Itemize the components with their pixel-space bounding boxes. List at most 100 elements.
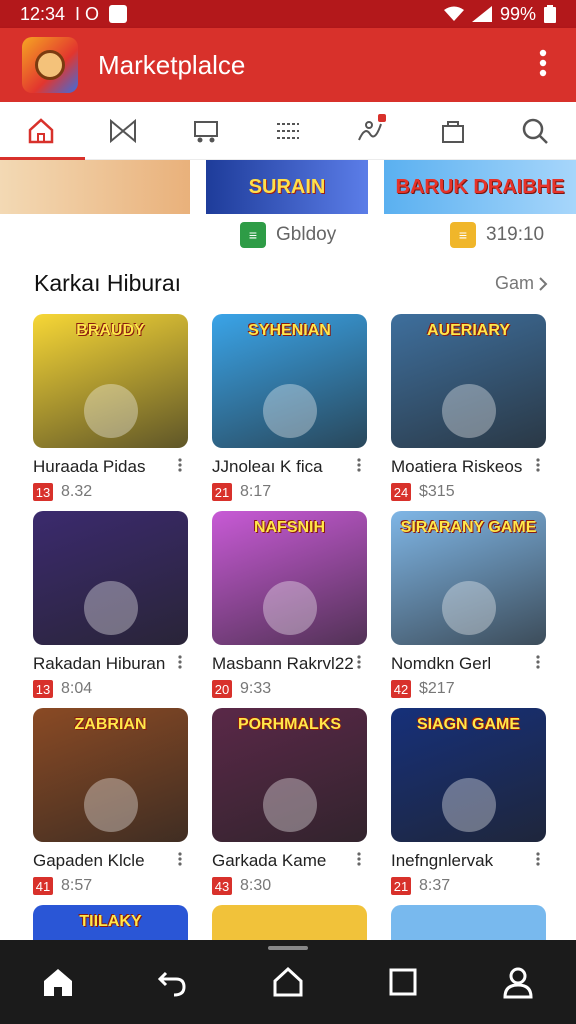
- square-icon: [389, 968, 417, 996]
- app-title: Marketplalce: [98, 49, 246, 80]
- app-name: JJnoleaı K fica: [212, 457, 323, 476]
- featured-banners: SURAIN BARUK DRAIBHE: [0, 160, 576, 214]
- featured-banner[interactable]: BARUK DRAIBHE: [384, 160, 576, 214]
- battery-text: 99%: [499, 3, 536, 24]
- rating-badge: 20: [212, 680, 232, 698]
- tab-search[interactable]: [505, 102, 565, 160]
- app-more-button[interactable]: [357, 851, 367, 871]
- rating-badge: 42: [391, 680, 411, 698]
- thumbnail-title: ZABRIAN: [74, 716, 147, 733]
- app-more-button[interactable]: [178, 654, 188, 674]
- caption-chip[interactable]: ≡ 319:10: [450, 222, 544, 248]
- app-bar: Marketplalce: [0, 28, 576, 102]
- app-thumbnail[interactable]: ZABRIAN: [33, 708, 188, 842]
- rating-badge: 21: [212, 483, 232, 501]
- search-icon: [522, 118, 548, 144]
- app-price: $315: [419, 483, 455, 500]
- app-more-button[interactable]: [178, 851, 188, 871]
- section-header: Karkaı Hiburaı Gam: [34, 270, 548, 297]
- bag-icon: [441, 120, 464, 143]
- caption-chip-label: 319:10: [486, 224, 545, 245]
- app-more-button[interactable]: [357, 654, 367, 674]
- app-name: Gapaden Klcle: [33, 851, 145, 870]
- home-icon: [43, 969, 72, 996]
- app-price: 8:30: [240, 877, 272, 894]
- app-card[interactable]: SYHENIAN JJnoleaı K fica 21 8:17: [212, 314, 367, 511]
- caption-chip-icon: ≡: [240, 222, 266, 248]
- cart-icon: [193, 120, 218, 142]
- app-card[interactable]: PORHMALKS Garkada Kame 43 8:30: [212, 708, 367, 905]
- nav-home-outline-button[interactable]: [258, 952, 318, 1012]
- thumbnail-title: BRAUDY: [76, 322, 145, 339]
- app-price: $217: [419, 680, 455, 697]
- app-more-button[interactable]: [536, 457, 546, 477]
- more-vert-icon: [178, 457, 182, 472]
- character-icon: [262, 384, 317, 438]
- nav-recents-button[interactable]: [373, 952, 433, 1012]
- tab-bag[interactable]: [423, 102, 483, 160]
- app-card[interactable]: SIAGN GAME Inefngnlervak 21 8:37: [391, 708, 546, 905]
- app-thumbnail[interactable]: [212, 905, 367, 941]
- tab-list[interactable]: [258, 102, 318, 160]
- app-price: 9:33: [240, 680, 272, 697]
- nav-back-button[interactable]: [143, 952, 203, 1012]
- app-card[interactable]: Rakadan Hiburan 13 8:04: [33, 511, 188, 708]
- see-all-link[interactable]: Gam: [495, 273, 548, 294]
- system-nav-bar: [0, 940, 576, 1024]
- tab-games[interactable]: [93, 102, 153, 160]
- status-bar: 12:34 I O 99%: [0, 0, 576, 28]
- app-more-button[interactable]: [536, 851, 546, 871]
- app-more-button[interactable]: [536, 654, 546, 674]
- featured-banner[interactable]: [0, 160, 190, 214]
- gesture-handle[interactable]: [268, 946, 308, 950]
- section-title: Karkaı Hiburaı: [34, 270, 182, 296]
- character-icon: [262, 778, 317, 832]
- app-thumbnail[interactable]: PORHMALKS: [212, 708, 367, 842]
- category-tabs: [0, 102, 576, 160]
- nav-home-button[interactable]: [28, 952, 88, 1012]
- wifi-icon: [443, 6, 464, 21]
- app-name: Inefngnlervak: [391, 851, 494, 870]
- app-more-button[interactable]: [178, 457, 188, 477]
- app-thumbnail[interactable]: TIILAKY: [33, 905, 188, 941]
- character-icon: [441, 581, 496, 635]
- tab-activity[interactable]: [340, 102, 400, 160]
- app-thumbnail[interactable]: AUERIARY: [391, 314, 546, 448]
- app-thumbnail[interactable]: SYHENIAN: [212, 314, 367, 448]
- app-card[interactable]: BRAUDY Huraada Pidas 13 8.32: [33, 314, 188, 511]
- character-icon: [262, 581, 317, 635]
- thumbnail-title: SIRARANY GAME: [400, 519, 537, 536]
- more-vert-icon: [357, 851, 361, 866]
- more-vert-icon: [536, 654, 540, 669]
- overflow-menu-button[interactable]: [528, 49, 558, 81]
- thumbnail-title: TIILAKY: [79, 913, 142, 930]
- banner-captions: ≡ Gbldoy ≡ 319:10: [0, 222, 576, 256]
- caption-chip-label: Gbldoy: [276, 224, 337, 245]
- thumbnail-title: PORHMALKS: [237, 716, 342, 733]
- app-logo[interactable]: [22, 37, 78, 93]
- app-card[interactable]: NAFSNIH Masbann Rakrvl22 20 9:33: [212, 511, 367, 708]
- app-name: Garkada Kame: [212, 851, 327, 870]
- app-thumbnail[interactable]: NAFSNIH: [212, 511, 367, 645]
- signal-icon: [471, 6, 492, 22]
- person-icon: [503, 967, 533, 999]
- caption-chip[interactable]: ≡ Gbldoy: [240, 222, 336, 248]
- tab-cart[interactable]: [176, 102, 236, 160]
- status-glyph: I O: [75, 3, 100, 24]
- app-thumbnail[interactable]: [391, 905, 546, 941]
- app-thumbnail[interactable]: [33, 511, 188, 645]
- nav-profile-button[interactable]: [488, 952, 548, 1012]
- rating-badge: 13: [33, 483, 53, 501]
- more-vert-icon: [536, 851, 540, 866]
- app-thumbnail[interactable]: SIAGN GAME: [391, 708, 546, 842]
- app-name: Rakadan Hiburan: [33, 654, 166, 673]
- app-card[interactable]: SIRARANY GAME Nomdkn Gerl 42 $217: [391, 511, 546, 708]
- app-card[interactable]: ZABRIAN Gapaden Klcle 41 8:57: [33, 708, 188, 905]
- tab-home[interactable]: [0, 102, 86, 160]
- app-thumbnail[interactable]: SIRARANY GAME: [391, 511, 546, 645]
- app-grid: BRAUDY Huraada Pidas 13 8.32 SYHENIAN JJ…: [33, 314, 546, 905]
- app-more-button[interactable]: [357, 457, 367, 477]
- app-thumbnail[interactable]: BRAUDY: [33, 314, 188, 448]
- app-card[interactable]: AUERIARY Moatiera Riskeos 24 $315: [391, 314, 546, 511]
- featured-banner[interactable]: SURAIN: [206, 160, 368, 214]
